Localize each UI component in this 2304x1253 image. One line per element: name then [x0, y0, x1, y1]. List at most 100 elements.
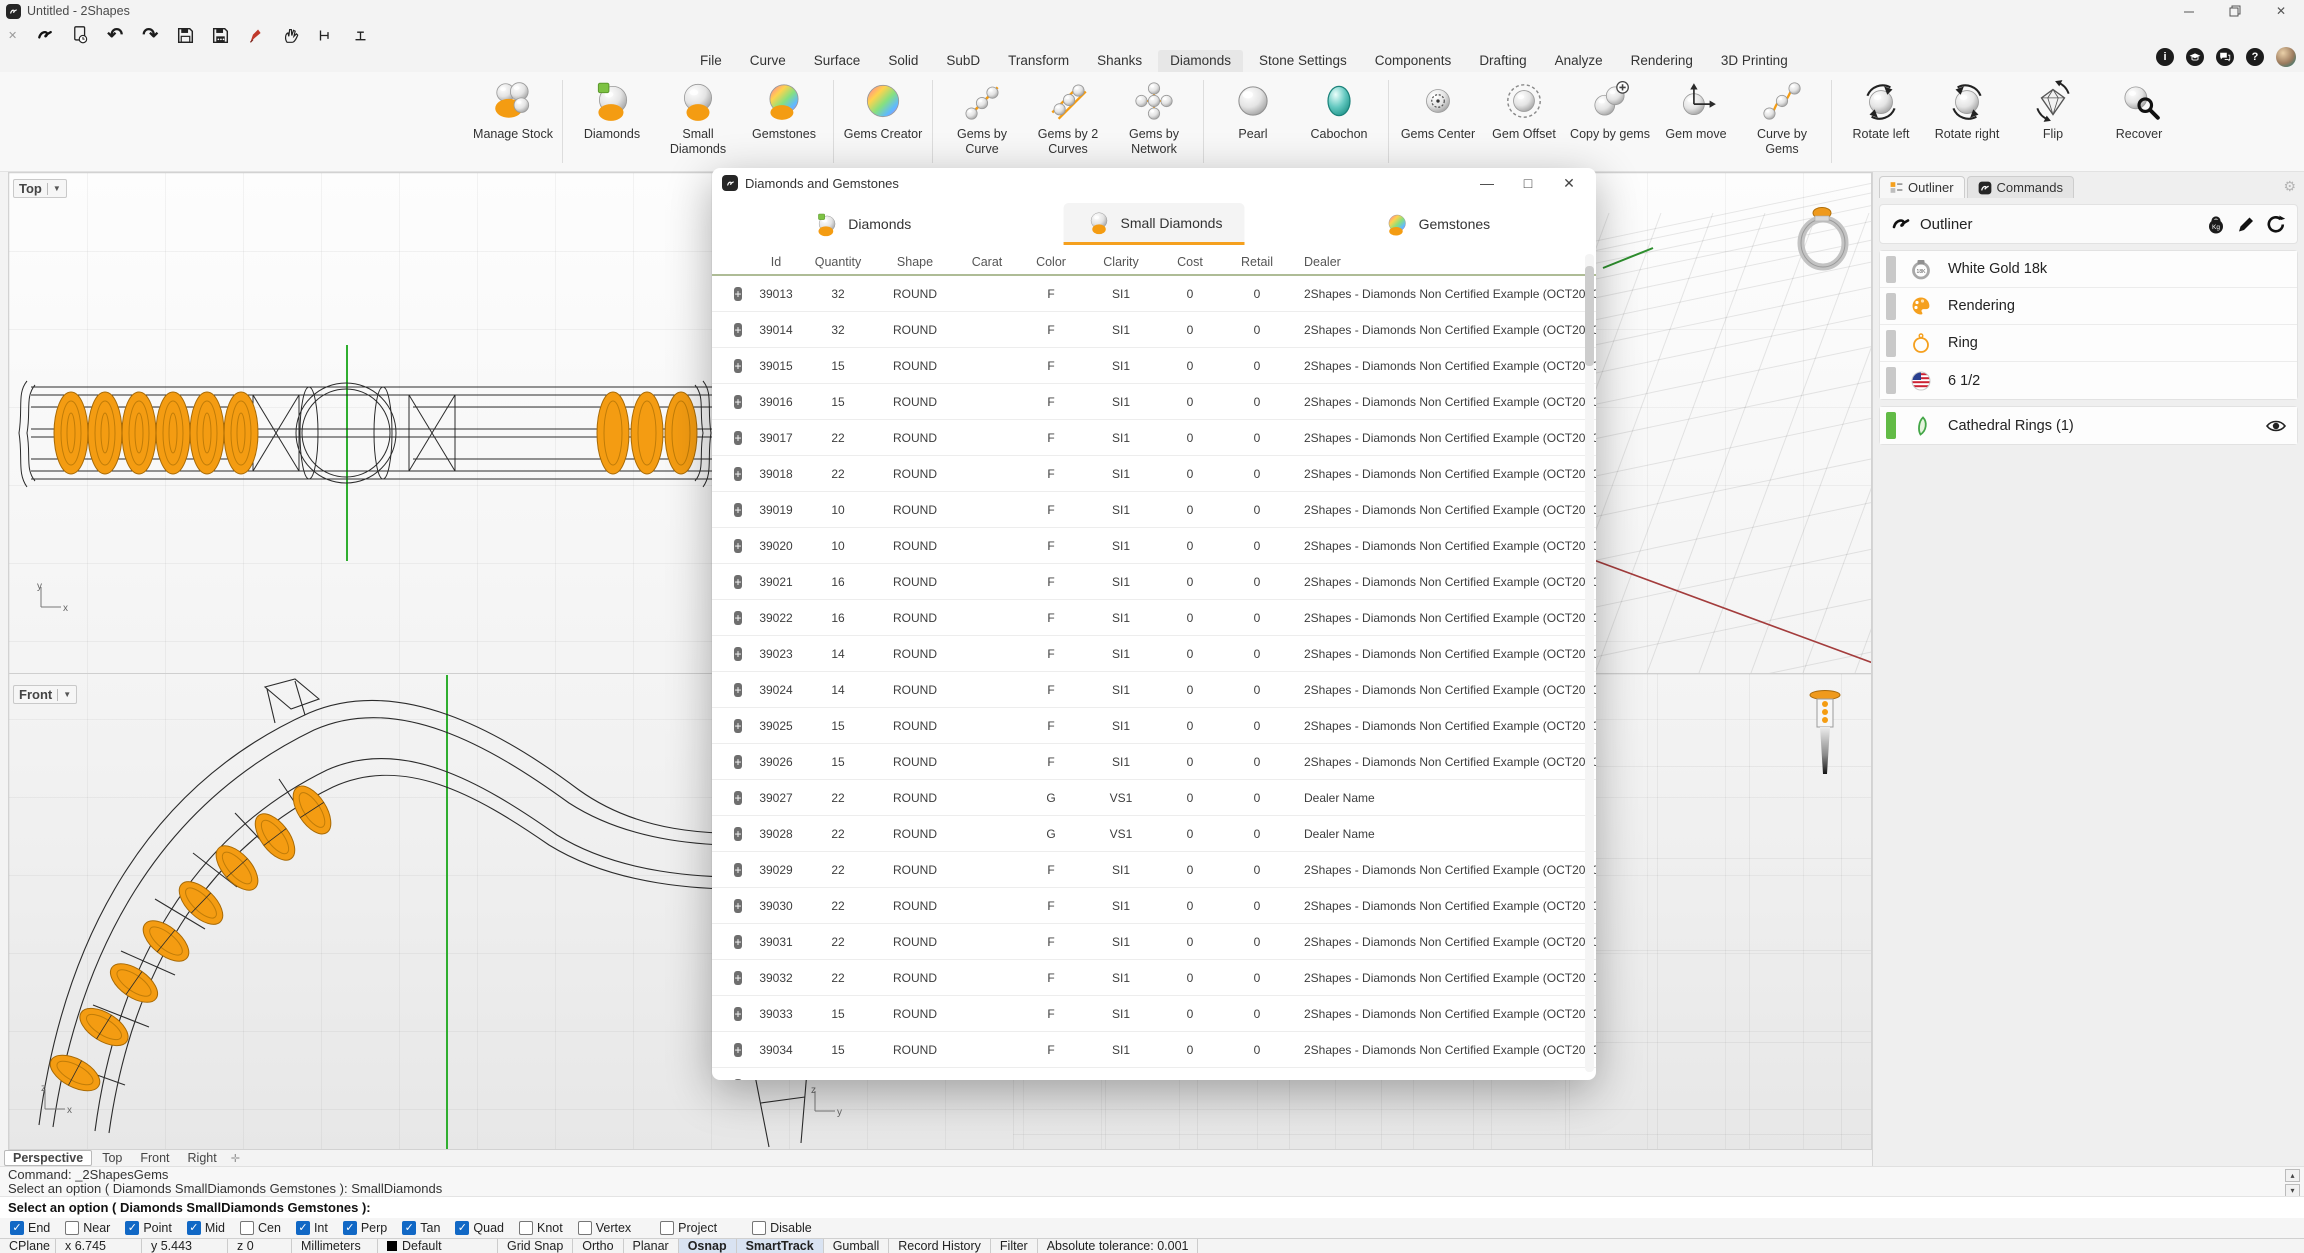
ribbon-button-gems-by-2-curves[interactable]: Gems by 2 Curves	[1025, 72, 1111, 171]
logo-icon[interactable]	[34, 24, 56, 46]
window-restore-button[interactable]	[2212, 0, 2258, 22]
status-y-5-443[interactable]: y 5.443	[142, 1239, 228, 1253]
menu-tab-stone-settings[interactable]: Stone Settings	[1247, 50, 1359, 72]
osnap-end[interactable]: ✓End	[10, 1221, 50, 1235]
add-icon[interactable]: +	[734, 863, 741, 877]
status-toggle-record-history[interactable]: Record History	[889, 1239, 991, 1253]
add-icon[interactable]: +	[734, 431, 741, 445]
table-row[interactable]: +3901332ROUNDFSI1002Shapes - Diamonds No…	[712, 276, 1596, 312]
table-row[interactable]: +3902414ROUNDFSI1002Shapes - Diamonds No…	[712, 672, 1596, 708]
panel-tab-commands[interactable]: Commands	[1967, 176, 2074, 198]
command-prompt[interactable]: Select an option ( Diamonds SmallDiamond…	[0, 1196, 2304, 1218]
column-header-dealer[interactable]: Dealer	[1292, 255, 1596, 269]
edit-pencil-icon[interactable]	[2235, 213, 2257, 235]
osnap-knot[interactable]: Knot	[519, 1221, 563, 1235]
ribbon-button-diamonds[interactable]: Diamonds	[569, 72, 655, 171]
table-row[interactable]: +3902922ROUNDFSI1002Shapes - Diamonds No…	[712, 852, 1596, 888]
menu-tab-solid[interactable]: Solid	[876, 50, 930, 72]
ribbon-button-gem-move[interactable]: Gem move	[1653, 72, 1739, 171]
checkbox-mid[interactable]: ✓	[187, 1221, 201, 1235]
status-toggle-gumball[interactable]: Gumball	[824, 1239, 890, 1253]
osnap-quad[interactable]: ✓Quad	[455, 1221, 504, 1235]
chevron-down-icon[interactable]: ▼	[63, 690, 71, 699]
status-toggle-grid-snap[interactable]: Grid Snap	[498, 1239, 573, 1253]
status-toggle-planar[interactable]: Planar	[624, 1239, 679, 1253]
table-row[interactable]: +3902722ROUNDGVS100Dealer Name	[712, 780, 1596, 816]
checkbox-cen[interactable]	[240, 1221, 254, 1235]
chat-icon[interactable]	[2216, 48, 2234, 66]
outliner-item-white-gold-18k[interactable]: 18KWhite Gold 18k	[1880, 251, 2297, 288]
checkbox-tan[interactable]: ✓	[402, 1221, 416, 1235]
menu-tab-transform[interactable]: Transform	[996, 50, 1081, 72]
status-toggle-smarttrack[interactable]: SmartTrack	[737, 1239, 824, 1253]
table-row[interactable]: +3901432ROUNDFSI1002Shapes - Diamonds No…	[712, 312, 1596, 348]
add-icon[interactable]: +	[734, 503, 741, 517]
add-icon[interactable]: +	[734, 575, 741, 589]
osnap-mid[interactable]: ✓Mid	[187, 1221, 225, 1235]
annotate-pen-icon[interactable]	[244, 24, 266, 46]
window-minimize-button[interactable]	[2166, 0, 2212, 22]
osnap-perp[interactable]: ✓Perp	[343, 1221, 387, 1235]
undo-icon[interactable]: ↶	[104, 24, 126, 46]
eye-icon[interactable]	[2265, 415, 2287, 437]
status-toggle-absolute-tolerance-0-001[interactable]: Absolute tolerance: 0.001	[1038, 1239, 1199, 1253]
command-popout-icon[interactable]: ▴	[2285, 1169, 2300, 1182]
table-row[interactable]: +3903315ROUNDFSI1002Shapes - Diamonds No…	[712, 996, 1596, 1032]
refresh-icon[interactable]	[2265, 213, 2287, 235]
clamp-bottom-icon[interactable]	[349, 24, 371, 46]
ribbon-button-gems-creator[interactable]: Gems Creator	[840, 72, 926, 171]
add-icon[interactable]: +	[734, 899, 741, 913]
osnap-disable[interactable]: Disable	[752, 1221, 812, 1235]
diamonds-gemstones-dialog[interactable]: Diamonds and Gemstones — □ ✕ DiamondsSma…	[712, 168, 1596, 1080]
table-row[interactable]: +3901822ROUNDFSI1002Shapes - Diamonds No…	[712, 456, 1596, 492]
outliner-item-cathedral-rings-1[interactable]: Cathedral Rings (1)	[1880, 407, 2297, 444]
ribbon-button-manage-stock[interactable]: Manage Stock	[470, 72, 556, 171]
add-icon[interactable]: +	[734, 539, 741, 553]
osnap-int[interactable]: ✓Int	[296, 1221, 328, 1235]
ribbon-button-gems-by-network[interactable]: Gems by Network	[1111, 72, 1197, 171]
ribbon-button-rotate-left[interactable]: Rotate left	[1838, 72, 1924, 171]
column-header-id[interactable]: Id	[750, 255, 802, 269]
ribbon-button-pearl[interactable]: Pearl	[1210, 72, 1296, 171]
osnap-cen[interactable]: Cen	[240, 1221, 281, 1235]
menu-tab-curve[interactable]: Curve	[738, 50, 798, 72]
table-row[interactable]: +3902822ROUNDGVS100Dealer Name	[712, 816, 1596, 852]
osnap-tan[interactable]: ✓Tan	[402, 1221, 440, 1235]
add-icon[interactable]: +	[734, 683, 741, 697]
column-header-shape[interactable]: Shape	[874, 255, 956, 269]
column-header-clarity[interactable]: Clarity	[1084, 255, 1158, 269]
user-avatar[interactable]	[2276, 47, 2296, 67]
add-icon[interactable]: +	[734, 827, 741, 841]
table-row[interactable]: +3903415ROUNDFSI1002Shapes - Diamonds No…	[712, 1032, 1596, 1068]
status-toggle-ortho[interactable]: Ortho	[573, 1239, 623, 1253]
table-row[interactable]: +3903022ROUNDFSI1002Shapes - Diamonds No…	[712, 888, 1596, 924]
front-viewport-label[interactable]: Front▼	[13, 685, 77, 704]
ribbon-button-rotate-right[interactable]: Rotate right	[1924, 72, 2010, 171]
add-icon[interactable]: +	[734, 719, 741, 733]
ribbon-button-recover[interactable]: Recover	[2096, 72, 2182, 171]
menu-tab-components[interactable]: Components	[1363, 50, 1464, 72]
column-header-retail[interactable]: Retail	[1222, 255, 1292, 269]
ribbon-button-gem-offset[interactable]: Gem Offset	[1481, 72, 1567, 171]
status-toggle-filter[interactable]: Filter	[991, 1239, 1038, 1253]
dialog-titlebar[interactable]: Diamonds and Gemstones — □ ✕	[712, 168, 1596, 198]
table-row[interactable]: +3901722ROUNDFSI1002Shapes - Diamonds No…	[712, 420, 1596, 456]
column-header-quantity[interactable]: Quantity	[802, 255, 874, 269]
redo-icon[interactable]: ↷	[139, 24, 161, 46]
status-millimeters[interactable]: Millimeters	[292, 1239, 378, 1253]
toolbar-close-icon[interactable]: ✕	[8, 29, 17, 42]
checkbox-near[interactable]	[65, 1221, 79, 1235]
table-row[interactable]: +3902216ROUNDFSI1002Shapes - Diamonds No…	[712, 600, 1596, 636]
column-header-carat[interactable]: Carat	[956, 255, 1018, 269]
add-icon[interactable]: +	[734, 935, 741, 949]
ribbon-button-flip[interactable]: Flip	[2010, 72, 2096, 171]
menu-tab-surface[interactable]: Surface	[802, 50, 873, 72]
menu-tab-file[interactable]: File	[688, 50, 734, 72]
menu-tab-diamonds[interactable]: Diamonds	[1158, 50, 1243, 72]
menu-tab-drafting[interactable]: Drafting	[1467, 50, 1538, 72]
viewport-tab-top[interactable]: Top	[94, 1151, 130, 1165]
viewport-tab-perspective[interactable]: Perspective	[4, 1150, 92, 1166]
add-icon[interactable]: +	[734, 359, 741, 373]
table-row[interactable]: +3903222ROUNDFSI1002Shapes - Diamonds No…	[712, 960, 1596, 996]
osnap-vertex[interactable]: Vertex	[578, 1221, 631, 1235]
